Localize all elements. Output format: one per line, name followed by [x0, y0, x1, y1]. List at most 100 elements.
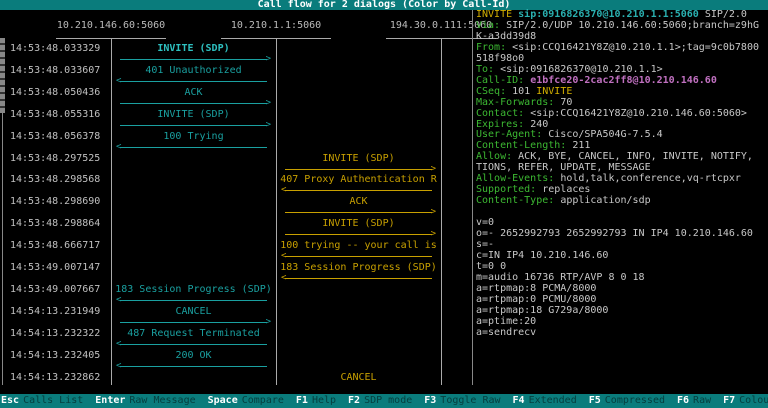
key-name: Enter — [95, 395, 126, 406]
key-action: Toggle Raw — [440, 395, 501, 406]
footer-key-enter[interactable]: Enter Raw Message — [95, 395, 207, 406]
header-name: Allow: — [476, 151, 513, 163]
footer-key-f2[interactable]: F2 SDP mode — [348, 395, 424, 406]
message-timestamp[interactable]: 14:53:48.666717 — [10, 240, 100, 251]
key-name: Space — [207, 395, 238, 406]
message-label[interactable]: INVITE (SDP) — [115, 43, 272, 54]
sip-header: Via: SIP/2.0/UDP 10.210.146.60:5060;bran… — [476, 19, 768, 43]
message-timestamp[interactable]: 14:53:48.055316 — [10, 109, 100, 120]
message-timestamp[interactable]: 14:53:48.050436 — [10, 87, 100, 98]
lifeline — [111, 38, 112, 385]
message-label[interactable]: ACK — [115, 87, 272, 98]
message-label[interactable]: 407 Proxy Authentication R — [280, 174, 437, 185]
footer-key-esc[interactable]: Esc Calls List — [1, 395, 95, 406]
footer-key-f7[interactable]: F7Colour — [723, 395, 768, 406]
message-arrow[interactable]: < — [116, 295, 267, 305]
request-method: INVITE — [476, 9, 513, 20]
header-name: Supported: — [476, 184, 537, 196]
header-value: 240 — [530, 118, 549, 130]
header-value: <sip:CCQ16421Y8Z@10.210.1.1>;tag=9c0b780… — [476, 41, 759, 64]
message-label[interactable]: INVITE (SDP) — [280, 218, 437, 229]
arrow-left-icon: < — [116, 338, 122, 349]
message-timestamp[interactable]: 14:53:48.298690 — [10, 196, 100, 207]
key-name: F3 — [424, 395, 437, 406]
message-arrow[interactable]: < — [281, 185, 432, 195]
message-arrow[interactable]: > — [285, 164, 436, 174]
scrollbar-thumb[interactable] — [0, 38, 5, 113]
header-value: e1bfce20-2cac2ff8@10.210.146.60 — [530, 74, 717, 86]
message-timestamp[interactable]: 14:53:48.298864 — [10, 218, 100, 229]
message-arrow[interactable]: < — [281, 273, 432, 283]
key-action: SDP mode — [364, 395, 413, 406]
sdp-line: a=sendrecv — [476, 326, 537, 338]
message-timestamp[interactable]: 14:54:13.232322 — [10, 328, 100, 339]
message-label[interactable]: 200 OK — [115, 350, 272, 361]
message-label[interactable]: 100 trying -- your call is — [280, 240, 437, 251]
message-timestamp[interactable]: 14:53:49.007147 — [10, 262, 100, 273]
message-label[interactable]: 487 Request Terminated — [115, 328, 272, 339]
arrow-right-icon: > — [430, 207, 436, 218]
message-label[interactable]: CANCEL — [115, 306, 272, 317]
message-timestamp[interactable]: 14:54:13.232862 — [10, 372, 100, 383]
header-name: Allow-Events: — [476, 173, 555, 185]
header-value: hold,talk,conference,vq-rtcpxr — [560, 173, 741, 185]
message-label[interactable]: 401 Unauthorized — [115, 65, 272, 76]
message-timestamp[interactable]: 14:54:13.231949 — [10, 306, 100, 317]
lane-label: 10.210.146.60:5060 — [56, 20, 166, 31]
message-arrow[interactable]: < — [116, 361, 267, 371]
footer-key-f4[interactable]: F4 Extended — [513, 395, 589, 406]
arrow-left-icon: < — [116, 141, 122, 152]
message-timestamp[interactable]: 14:53:49.007667 — [10, 284, 100, 295]
message-timestamp[interactable]: 14:53:48.033329 — [10, 43, 100, 54]
header-name: Via: — [476, 19, 501, 31]
message-label[interactable]: INVITE (SDP) — [115, 109, 272, 120]
footer-key-f3[interactable]: F3 Toggle Raw — [424, 395, 512, 406]
message-timestamp[interactable]: 14:53:48.056378 — [10, 131, 100, 142]
key-name: F1 — [295, 395, 308, 406]
message-arrow[interactable]: < — [116, 142, 267, 152]
key-name: Esc — [1, 395, 20, 406]
message-arrow[interactable]: > — [285, 207, 436, 217]
message-arrow[interactable]: < — [116, 339, 267, 349]
header-name: To: — [476, 63, 495, 75]
header-name: Call-ID: — [476, 74, 525, 86]
message-timestamp[interactable]: 14:54:13.232405 — [10, 350, 100, 361]
message-arrow[interactable]: > — [120, 98, 271, 108]
scrollbar-track[interactable] — [2, 110, 3, 385]
header-value: 101 — [512, 85, 537, 97]
sdp-line: a=ptime:20 — [476, 315, 537, 327]
message-arrow[interactable]: > — [285, 229, 436, 239]
sdp-line: o=- 2652992793 2652992793 IN IP4 10.210.… — [476, 228, 753, 240]
message-label[interactable]: INVITE (SDP) — [280, 153, 437, 164]
key-name: F7 — [723, 395, 736, 406]
message-label[interactable]: 183 Session Progress (SDP) — [115, 284, 272, 295]
request-version: SIP/2.0 — [704, 9, 747, 20]
message-label[interactable]: ACK — [280, 196, 437, 207]
header-name: User-Agent: — [476, 129, 543, 141]
key-action: Raw — [693, 395, 712, 406]
message-timestamp[interactable]: 14:53:48.297525 — [10, 153, 100, 164]
footer-key-f5[interactable]: F5 Compressed — [589, 395, 677, 406]
footer-key-space[interactable]: Space Compare — [208, 395, 296, 406]
arrow-right-icon: > — [430, 163, 436, 174]
key-action: Calls List — [23, 395, 84, 406]
header-name: Content-Length: — [476, 140, 567, 152]
message-label[interactable]: 100 Trying — [115, 131, 272, 142]
message-arrow[interactable]: < — [281, 251, 432, 261]
message-timestamp[interactable]: 14:53:48.298568 — [10, 174, 100, 185]
message-arrow[interactable]: < — [116, 76, 267, 86]
footer-key-f1[interactable]: F1 Help — [296, 395, 348, 406]
message-label[interactable]: CANCEL — [280, 372, 437, 383]
message-arrow[interactable]: > — [120, 120, 271, 130]
message-arrow[interactable]: > — [120, 54, 271, 64]
panel-divider — [472, 10, 473, 385]
key-action: Raw Message — [129, 395, 196, 406]
message-label[interactable]: 183 Session Progress (SDP) — [280, 262, 437, 273]
header-name: CSeq: — [476, 85, 507, 97]
key-action: Extended — [528, 395, 577, 406]
arrow-left-icon: < — [281, 185, 287, 196]
message-timestamp[interactable]: 14:53:48.033607 — [10, 65, 100, 76]
footer-key-f6[interactable]: F6 Raw — [677, 395, 723, 406]
key-action: Compare — [241, 395, 284, 406]
message-arrow[interactable]: > — [120, 317, 271, 327]
